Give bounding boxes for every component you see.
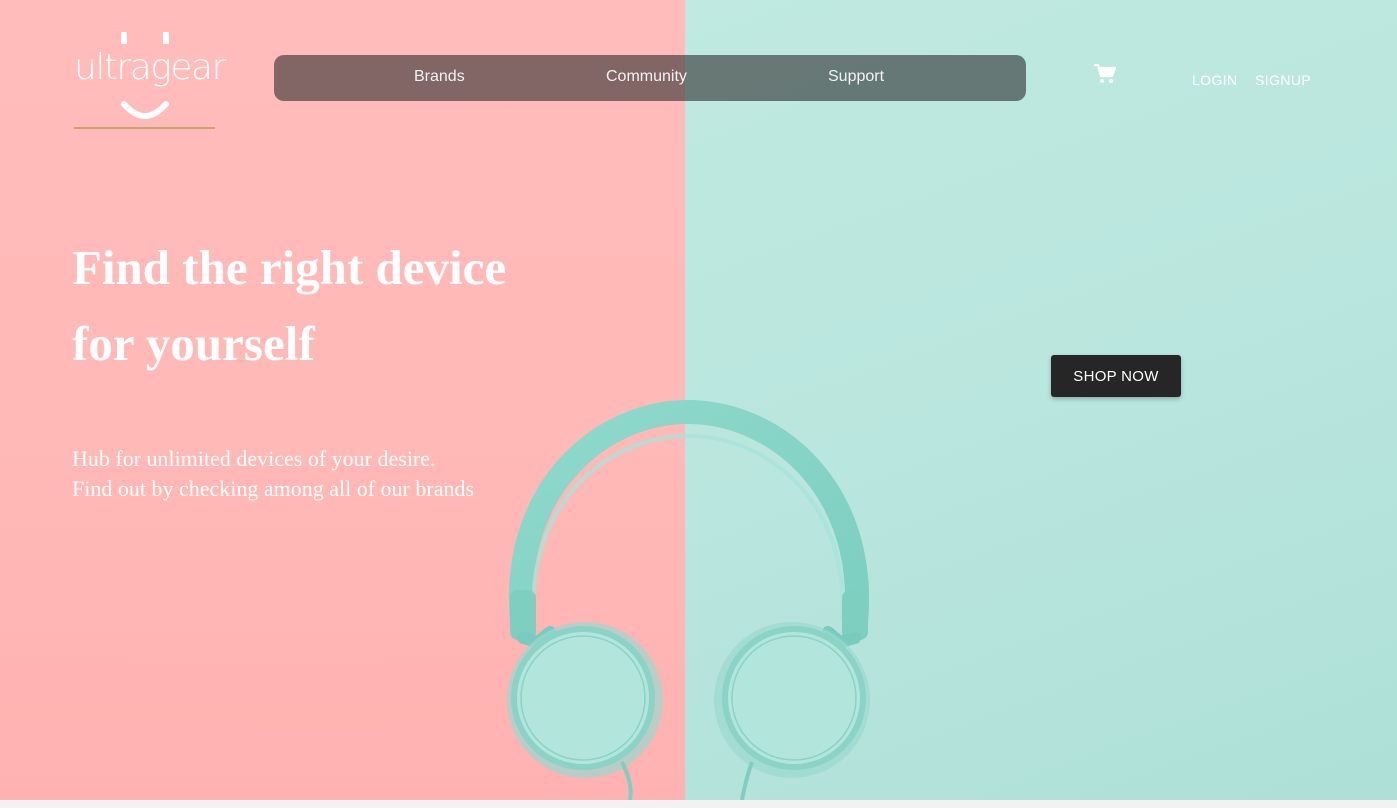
hero-headline-line-2: for yourself (72, 316, 315, 371)
shop-now-button[interactable]: SHOP NOW (1051, 355, 1181, 397)
shopping-cart-icon[interactable] (1093, 63, 1117, 85)
nav-link-community[interactable]: Community (606, 68, 687, 86)
login-link[interactable]: LOGIN (1192, 72, 1238, 88)
signup-link[interactable]: SIGNUP (1255, 72, 1311, 88)
hero-headline: Find the right device for yourself (72, 230, 612, 382)
nav-link-brands[interactable]: Brands (414, 68, 465, 86)
hero-subtext: Hub for unlimited devices of your desire… (72, 444, 632, 504)
logo-wordmark: ultragear (74, 47, 226, 88)
hero-subtext-line-1: Hub for unlimited devices of your desire… (72, 446, 436, 471)
hero-headline-line-1: Find the right device (72, 240, 507, 295)
logo-underline (74, 127, 215, 129)
nav-link-support[interactable]: Support (828, 68, 884, 86)
hero-section: ultragear Brands Community Support LOGIN… (0, 0, 1397, 800)
main-nav: Brands Community Support (274, 55, 1026, 101)
brand-logo[interactable]: ultragear (72, 28, 226, 132)
hero-subtext-line-2: Find out by checking among all of our br… (72, 476, 475, 501)
